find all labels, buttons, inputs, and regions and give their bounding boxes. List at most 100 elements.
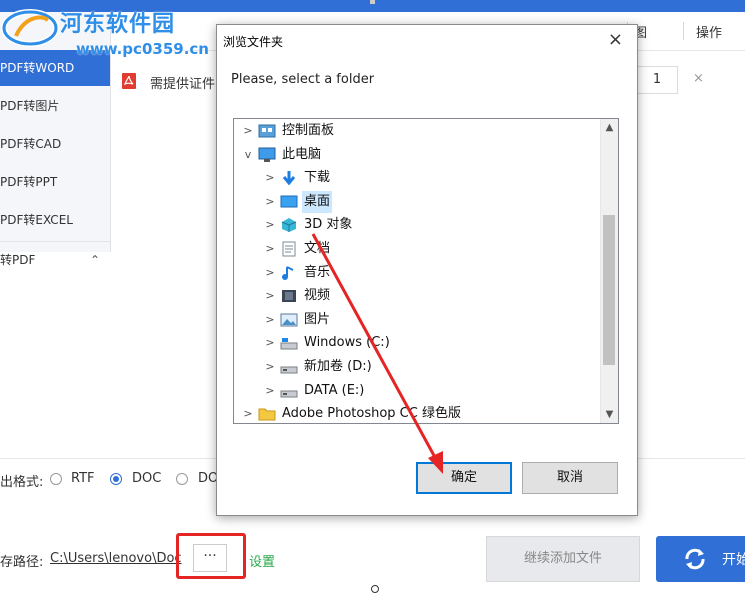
format-radio-rtf[interactable] [50, 473, 62, 485]
tree-item[interactable]: > 下载 [234, 167, 596, 189]
save-path-value[interactable]: C:\Users\lenovo\Doc [50, 551, 183, 566]
tree-item[interactable]: > Windows (C:) [234, 332, 596, 354]
expand-right-icon[interactable]: > [264, 309, 276, 331]
3d-objects-icon [281, 218, 297, 233]
tree-item-label: 下载 [304, 170, 331, 186]
file-name: 需提供证件 [150, 77, 216, 92]
sidebar-item-pdf-to-excel[interactable]: PDF转EXCEL [0, 202, 110, 238]
pdf-file-icon [122, 73, 136, 89]
tree-item-label: DATA (E:) [304, 382, 365, 398]
page-range-input[interactable]: 1 [636, 66, 678, 94]
download-icon [282, 171, 296, 186]
expand-right-icon[interactable]: > [264, 238, 276, 260]
dialog-prompt: Please, select a folder [231, 72, 375, 87]
add-files-button[interactable]: 继续添加文件 [486, 536, 640, 582]
annotation-highlight-box [176, 533, 246, 579]
mouse-cursor [371, 585, 379, 593]
tree-item[interactable]: v 此电脑 [234, 144, 596, 166]
expand-right-icon[interactable]: > [264, 262, 276, 284]
expand-right-icon[interactable]: > [264, 167, 276, 189]
documents-icon [282, 241, 296, 257]
expand-right-icon[interactable]: > [264, 285, 276, 307]
tree-item[interactable]: > DATA (E:) [234, 380, 596, 402]
folder-icon [258, 408, 276, 421]
expand-right-icon[interactable]: > [264, 356, 276, 378]
close-icon[interactable]: × [608, 29, 623, 50]
scroll-thumb[interactable] [603, 215, 615, 365]
sidebar-item-pdf-to-ppt[interactable]: PDF转PPT [0, 164, 110, 200]
video-icon [282, 290, 296, 303]
watermark-logo-icon [1, 9, 59, 47]
browse-folder-dialog: 浏览文件夹 × Please, select a folder > 控制面板 v 此电… [216, 24, 638, 516]
tree-item-label: 此电脑 [282, 146, 322, 162]
scroll-down-icon[interactable]: ▼ [601, 406, 618, 423]
ok-button[interactable]: 确定 [416, 462, 512, 494]
folder-tree[interactable]: > 控制面板 v 此电脑 > 下载 > 桌面 >3D 对象 > 文档 > 音乐 > 视频 > 图片 > Window… [233, 118, 619, 424]
tree-item-label: 视频 [304, 288, 331, 304]
computer-icon [258, 147, 276, 162]
expand-right-icon[interactable]: > [264, 332, 276, 354]
tree-item-label: 3D 对象 [304, 217, 353, 233]
tree-item[interactable]: >3D 对象 [234, 214, 596, 236]
expand-right-icon[interactable]: > [264, 214, 276, 236]
tree-item-label: Windows (C:) [304, 335, 390, 351]
watermark-url: www.pc0359.cn [76, 40, 209, 58]
chevron-up-icon: ⌃ [89, 253, 100, 267]
tree-item-label: 控制面板 [282, 123, 335, 138]
format-radio-doc[interactable] [110, 473, 122, 485]
tree-item-label: 桌面 [302, 190, 333, 213]
expand-right-icon[interactable]: > [264, 191, 276, 213]
format-radio-docx[interactable] [176, 473, 188, 485]
sidebar-item-label: PDF转CAD [0, 137, 62, 151]
desktop-icon [280, 195, 298, 208]
tree-item-label: Adobe Photoshop CC 绿色版 [282, 406, 461, 422]
tree-item-label: 文档 [304, 241, 331, 256]
start-button-label: 开始 [722, 552, 745, 568]
tree-item[interactable]: > Adobe Photoshop CC 绿色版 [234, 403, 596, 423]
sidebar-item-label: PDF转WORD [0, 61, 75, 75]
sidebar-item-label: PDF转EXCEL [0, 213, 73, 227]
expand-right-icon[interactable]: > [264, 380, 276, 402]
tree-item[interactable]: > 图片 [234, 309, 596, 331]
start-convert-button[interactable]: 开始 [656, 536, 745, 582]
control-panel-icon [258, 124, 276, 138]
scroll-up-icon[interactable]: ▲ [601, 119, 618, 136]
cursor-indicator-top [370, 0, 375, 4]
expand-down-icon[interactable]: v [242, 144, 254, 166]
tree-item[interactable]: > 桌面 [234, 190, 596, 213]
watermark-title: 河东软件园 [60, 11, 176, 37]
expand-right-icon[interactable]: > [242, 403, 254, 423]
tree-item[interactable]: > 视频 [234, 285, 596, 307]
expand-right-icon[interactable]: > [242, 120, 254, 142]
cancel-button[interactable]: 取消 [522, 462, 618, 494]
tree-item[interactable]: > 控制面板 [234, 120, 596, 142]
remove-file-icon[interactable]: × [693, 71, 704, 86]
format-option-label: RTF [71, 471, 95, 486]
refresh-icon [685, 548, 705, 570]
tree-item[interactable]: > 音乐 [234, 262, 596, 284]
output-format-label: 出格式: [0, 475, 44, 490]
operation-column-header: 操作 [696, 26, 723, 41]
tree-item[interactable]: > 文档 [234, 238, 596, 260]
header-separator [683, 22, 684, 40]
sidebar-item-pdf-to-image[interactable]: PDF转图片 [0, 88, 110, 124]
tree-item-label: 新加卷 (D:) [304, 359, 372, 374]
music-icon [282, 265, 294, 280]
drive-c-icon [280, 338, 298, 350]
drive-d-icon [280, 366, 298, 374]
format-option-label: DOC [132, 471, 162, 486]
tree-item-label: 音乐 [304, 264, 331, 280]
sidebar-item-to-pdf[interactable]: 转PDF ⌃ [0, 241, 110, 278]
sidebar-item-label: PDF转图片 [0, 99, 60, 113]
sidebar-item-label: PDF转PPT [0, 175, 58, 189]
drive-e-icon [280, 390, 298, 398]
sidebar-item-label: 转PDF [0, 253, 36, 267]
tree-item-label: 图片 [304, 311, 331, 327]
tree-item[interactable]: > 新加卷 (D:) [234, 356, 596, 378]
tree-scrollbar[interactable]: ▲ ▼ [600, 119, 618, 423]
dialog-title: 浏览文件夹 [223, 35, 284, 49]
save-path-label: 存路径: [0, 555, 44, 570]
pictures-icon [280, 313, 298, 327]
sidebar-item-pdf-to-cad[interactable]: PDF转CAD [0, 126, 110, 162]
settings-link[interactable]: 设置 [249, 551, 275, 570]
